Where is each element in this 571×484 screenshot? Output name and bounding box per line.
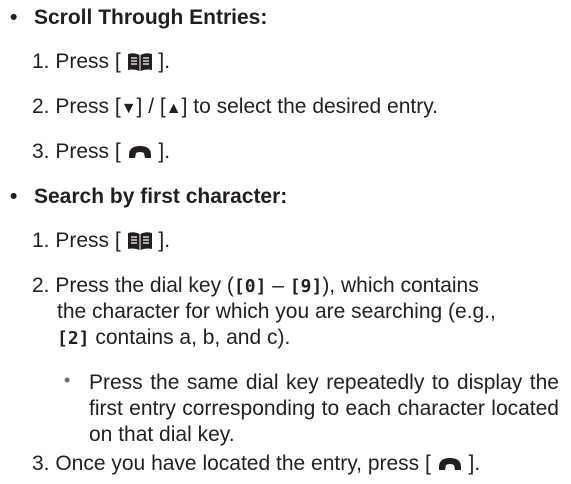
talk-handset-icon (127, 143, 153, 161)
search-step-1: 1. Press [ ]. (32, 229, 170, 253)
step-text: ] / [ (136, 95, 166, 118)
section-title-search: • Search by first character: (10, 185, 287, 209)
dial-key-2: [2] (57, 328, 90, 349)
talk-handset-icon (437, 455, 463, 473)
search-step-2-line-1: 2. Press the dial key ([0] – [9]), which… (32, 274, 479, 298)
sub-bullet: • (64, 370, 71, 390)
step-text: 1. Press [ (32, 229, 121, 252)
phonebook-icon (127, 231, 153, 251)
step-text: 1. Press [ (32, 50, 121, 73)
section-title-text: Search by first character: (34, 185, 288, 208)
step-text: 3. Once you have located the entry, pres… (32, 452, 431, 475)
section-title-text: Scroll Through Entries: (34, 6, 268, 29)
step-text: ), which contains (322, 274, 479, 297)
scroll-step-3: 3. Press [ ]. (32, 140, 170, 164)
dial-key-9: [9] (289, 276, 323, 297)
step-text: the character for which you are searchin… (57, 300, 496, 323)
step-text: 3. Press [ (32, 140, 121, 163)
step-text: ]. (158, 50, 171, 73)
step-text: 2. Press the dial key ( (32, 274, 234, 297)
step-text: ]. (158, 140, 171, 163)
dial-key-0: [0] (233, 276, 267, 297)
down-arrow-icon: ▼ (120, 100, 137, 117)
phonebook-icon (127, 52, 153, 72)
search-step-2-line-2: the character for which you are searchin… (57, 300, 496, 324)
instruction-page: • Scroll Through Entries: 1. Press [ ]. 2… (0, 0, 571, 484)
search-step-3: 3. Once you have located the entry, pres… (32, 452, 480, 476)
scroll-step-1: 1. Press [ ]. (32, 50, 170, 74)
bullet: • (10, 185, 18, 208)
step-text: ]. (468, 452, 481, 475)
section-title-scroll: • Scroll Through Entries: (10, 6, 267, 30)
sub-bullet-text: Press the same dial key repeatedly to di… (89, 371, 559, 446)
step-text: – (266, 274, 290, 297)
sub-bullet-note: • Press the same dial key repeatedly to … (64, 370, 560, 450)
step-text: contains a, b, and c). (89, 326, 291, 349)
scroll-step-2: 2. Press [▼] / [▲] to select the desired… (32, 95, 438, 119)
bullet: • (10, 6, 18, 29)
search-step-2-line-3: [2] contains a, b, and c). (57, 326, 290, 350)
step-text: ]. (158, 229, 171, 252)
step-text: ] to select the desired entry. (181, 95, 438, 118)
step-text: 2. Press [ (32, 95, 121, 118)
up-arrow-icon: ▲ (165, 100, 182, 117)
